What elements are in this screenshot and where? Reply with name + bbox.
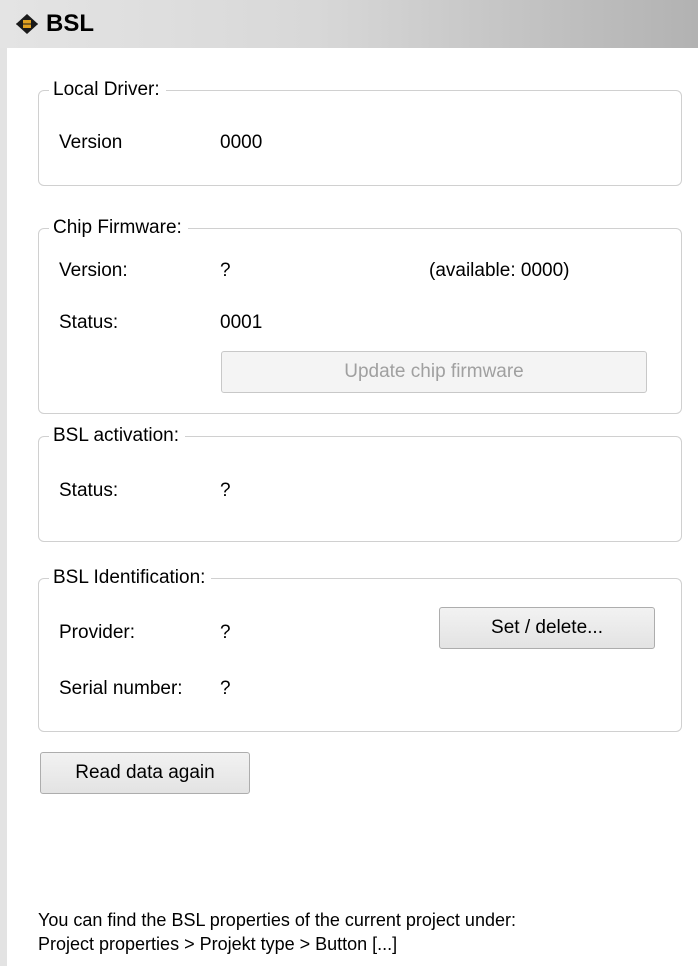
chip-icon [14, 12, 40, 36]
footer-line-2: Project properties > Projekt type > Butt… [38, 934, 398, 954]
bsl-identification-legend: BSL Identification: [49, 565, 212, 591]
set-delete-button[interactable]: Set / delete... [439, 607, 655, 649]
bsl-panel: BSL Local Driver: Version 0000 Chip Firm… [0, 0, 698, 966]
footer-line-1: You can find the BSL properties of the c… [38, 910, 516, 930]
footer-hint: You can find the BSL properties of the c… [38, 908, 516, 956]
driver-version-label: Version [59, 132, 123, 153]
chip-firmware-legend: Chip Firmware: [49, 215, 188, 241]
firmware-available-text: (available: 0000) [429, 260, 570, 281]
firmware-status-label: Status: [59, 312, 119, 333]
firmware-version-value: ? [220, 260, 231, 281]
activation-status-value: ? [220, 480, 231, 501]
bsl-activation-legend: BSL activation: [49, 423, 186, 449]
update-chip-firmware-button[interactable]: Update chip firmware [221, 351, 647, 393]
serial-number-label: Serial number: [59, 678, 183, 699]
activation-status-label: Status: [59, 480, 119, 501]
read-data-again-button[interactable]: Read data again [40, 752, 250, 794]
local-driver-group: Local Driver: Version 0000 [38, 77, 682, 186]
panel-title: BSL [46, 10, 94, 37]
chip-firmware-group: Chip Firmware: Version: ? (available: 00… [38, 215, 682, 414]
provider-label: Provider: [59, 622, 136, 643]
driver-version-value: 0000 [220, 132, 263, 153]
provider-value: ? [220, 622, 231, 643]
panel-titlebar: BSL [0, 0, 698, 48]
local-driver-legend: Local Driver: [49, 77, 166, 103]
firmware-status-value: 0001 [220, 312, 263, 333]
bsl-identification-group: BSL Identification: Provider: ? Set / de… [38, 565, 682, 732]
left-border [0, 48, 7, 966]
serial-number-value: ? [220, 678, 231, 699]
firmware-version-label: Version: [59, 260, 128, 281]
bsl-activation-group: BSL activation: Status: ? [38, 423, 682, 542]
